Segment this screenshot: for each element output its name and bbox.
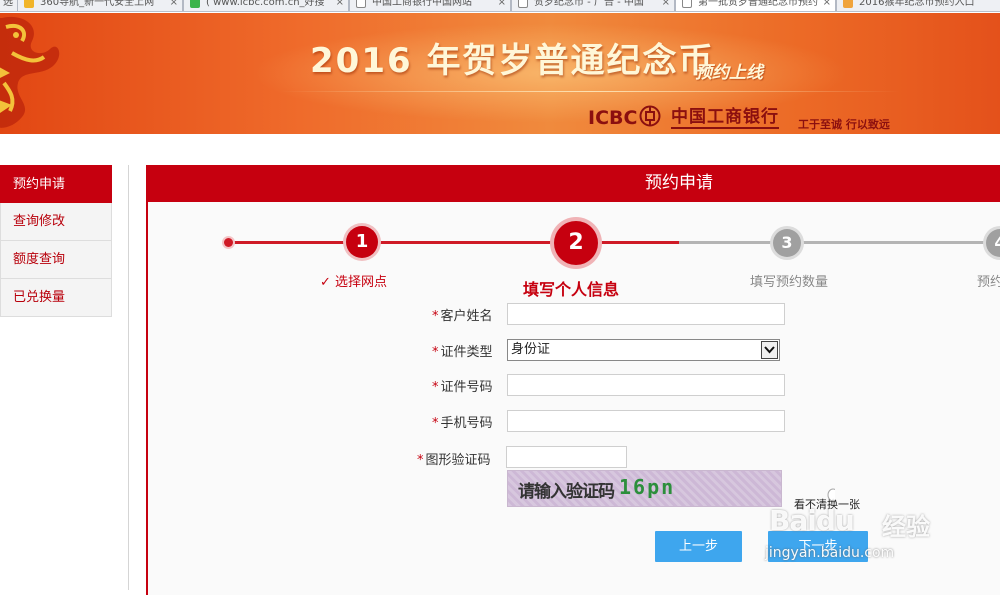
captcha-label: * 图形验证码 bbox=[417, 453, 491, 468]
panel-header: 预约申请 bbox=[148, 165, 1000, 202]
dragon-decoration-icon bbox=[0, 16, 60, 128]
required-mark: * bbox=[432, 345, 439, 360]
customer-name-label: * 客户姓名 bbox=[432, 309, 493, 324]
banner-title: 2016 年贺岁普通纪念币 bbox=[310, 41, 715, 81]
close-tab-icon[interactable]: × bbox=[170, 0, 178, 9]
id-type-selected-value: 身份证 bbox=[511, 342, 551, 357]
browser-tab[interactable]: 360导航_新一代安全上网 × bbox=[17, 0, 183, 11]
close-tab-icon[interactable]: × bbox=[823, 0, 831, 9]
sidebar-item-quota-query[interactable]: 额度查询 bbox=[0, 241, 112, 279]
browser-tab[interactable]: 中国工商银行中国网站 × bbox=[349, 0, 511, 11]
sidebar-item-redeemed[interactable]: 已兑换量 bbox=[0, 279, 112, 317]
bookmark-icon bbox=[843, 0, 853, 8]
panel-title: 预约申请 bbox=[645, 173, 713, 193]
captcha-input[interactable] bbox=[506, 446, 627, 468]
browser-tab[interactable]: 贺岁纪念币 - 厂告 - 中国 × bbox=[511, 0, 675, 11]
phone-label: * 手机号码 bbox=[432, 416, 493, 431]
captcha-code: 16pn bbox=[619, 475, 676, 499]
captcha-prompt-text: 请输入验证码 bbox=[518, 482, 615, 502]
step-1-circle: 1 bbox=[346, 226, 378, 258]
icbc-coin-logo-icon bbox=[639, 105, 661, 127]
page-icon bbox=[518, 0, 528, 8]
step-2-label: 填写个人信息 bbox=[523, 280, 620, 299]
page-icon bbox=[682, 0, 692, 8]
progress-start-dot bbox=[224, 238, 233, 247]
step-1-label: ✓ 选择网点 bbox=[320, 275, 388, 290]
sidebar-divider bbox=[128, 165, 129, 590]
required-mark: * bbox=[432, 380, 439, 395]
page-icon bbox=[356, 0, 366, 8]
id-type-select[interactable]: 身份证 bbox=[507, 339, 780, 361]
prev-step-button[interactable]: 上一步 bbox=[655, 531, 742, 562]
required-mark: * bbox=[432, 309, 439, 324]
close-tab-icon[interactable]: × bbox=[498, 0, 506, 9]
captcha-image[interactable]: 请输入验证码 16pn bbox=[507, 470, 782, 507]
phone-input[interactable] bbox=[507, 410, 785, 432]
captcha-refresh-link[interactable]: 看不清换一张 bbox=[794, 496, 860, 512]
close-tab-icon[interactable]: × bbox=[336, 0, 344, 9]
required-mark: * bbox=[432, 416, 439, 431]
step-2-circle: 2 bbox=[554, 221, 598, 265]
check-icon: ✓ bbox=[320, 275, 331, 290]
bank-name-cn: 中国工商银行 bbox=[671, 107, 779, 129]
bank-name-en: ICBC bbox=[588, 107, 638, 129]
customer-name-input[interactable] bbox=[507, 303, 785, 325]
required-mark: * bbox=[417, 453, 424, 468]
sidebar-item-reservation[interactable]: 预约申请 bbox=[0, 165, 112, 203]
360-browser-icon bbox=[24, 0, 34, 8]
close-tab-icon[interactable]: × bbox=[662, 0, 670, 9]
chevron-down-icon[interactable] bbox=[761, 341, 778, 359]
browser-tab[interactable]: ( www.icbc.com.cn_好搜 × bbox=[183, 0, 349, 11]
sidebar-item-query-modify[interactable]: 查询修改 bbox=[0, 203, 112, 241]
header-banner: 2016 年贺岁普通纪念币 预约上线 ICBC 中国工商银行 工于至诚 行以致远 bbox=[0, 13, 1000, 134]
progress-line-pending bbox=[679, 241, 1000, 244]
id-number-label: * 证件号码 bbox=[432, 380, 493, 395]
bank-slogan: 工于至诚 行以致远 bbox=[798, 118, 890, 131]
step-4-label: 预约 bbox=[977, 275, 1000, 290]
banner-divider bbox=[280, 91, 900, 92]
banner-subtitle: 预约上线 bbox=[695, 63, 763, 83]
step-3-label: 填写预约数量 bbox=[750, 275, 829, 290]
progress-line-done bbox=[229, 241, 679, 244]
browser-tab-strip: 选 360导航_新一代安全上网 × ( www.icbc.com.cn_好搜 × 中… bbox=[0, 0, 1000, 12]
browser-tab[interactable]: 选 bbox=[0, 0, 18, 11]
step-3-circle: 3 bbox=[773, 229, 801, 257]
search-engine-icon bbox=[190, 0, 200, 8]
sidebar-nav: 预约申请 查询修改 额度查询 已兑换量 bbox=[0, 165, 112, 317]
browser-tab-active[interactable]: 第一批贺岁普通纪念币预约 × bbox=[675, 0, 836, 11]
next-step-button[interactable]: 下一步 bbox=[768, 531, 868, 562]
browser-tab[interactable]: 2016猴年纪念币预约入口 bbox=[836, 0, 1000, 11]
id-type-label: * 证件类型 bbox=[432, 345, 493, 360]
id-number-input[interactable] bbox=[507, 374, 785, 396]
